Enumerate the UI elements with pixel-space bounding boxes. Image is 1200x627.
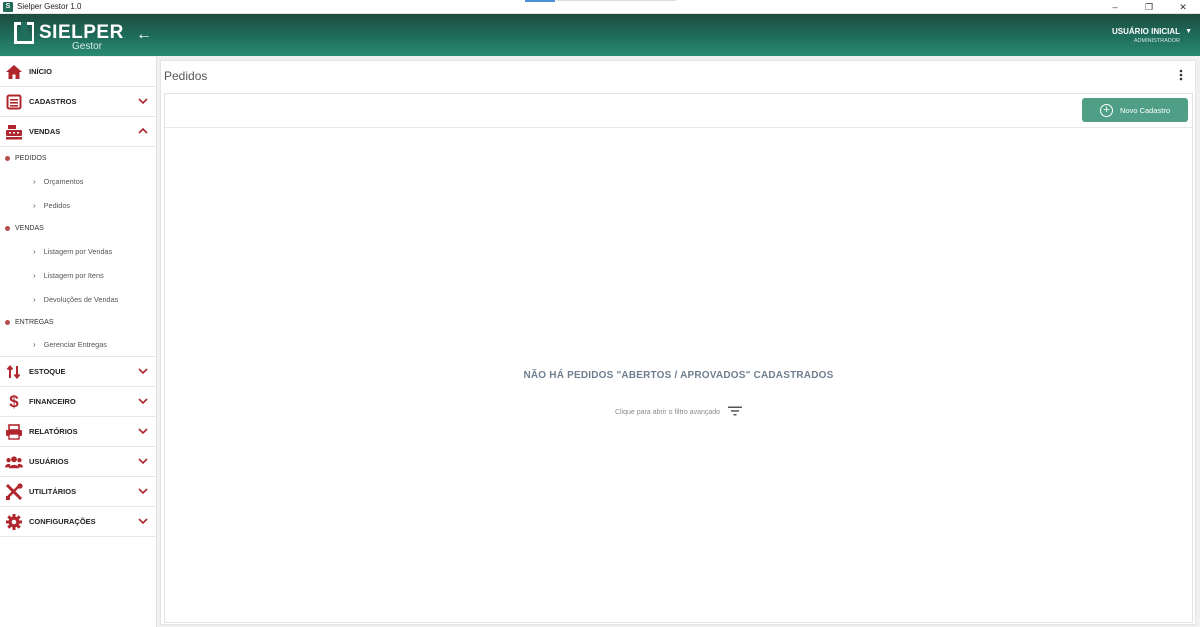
chevron-right-icon: › bbox=[33, 176, 36, 186]
tab-indicator bbox=[525, 0, 555, 2]
clipboard-list-icon bbox=[5, 93, 23, 111]
chevron-down-icon bbox=[138, 458, 148, 465]
minimize-button[interactable]: – bbox=[1098, 0, 1132, 14]
sidebar-section-pedidos: PEDIDOS bbox=[0, 147, 156, 169]
main-content: Pedidos + Novo Cadastro NÃO HÁ PEDIDOS "… bbox=[160, 60, 1196, 625]
chevron-down-icon bbox=[138, 98, 148, 105]
filter-hint[interactable]: Clique para abrir o filtro avançado bbox=[165, 406, 1192, 418]
chevron-down-icon bbox=[138, 368, 148, 375]
cash-register-icon bbox=[5, 123, 23, 141]
section-label: PEDIDOS bbox=[15, 154, 47, 162]
new-record-label: Novo Cadastro bbox=[1120, 105, 1171, 115]
chevron-right-icon: › bbox=[33, 270, 36, 280]
close-button[interactable]: ✕ bbox=[1166, 0, 1200, 14]
section-label: VENDAS bbox=[15, 224, 44, 232]
chevron-down-icon bbox=[138, 428, 148, 435]
bullet-dot-icon bbox=[5, 155, 10, 161]
orders-panel: + Novo Cadastro NÃO HÁ PEDIDOS "ABERTOS … bbox=[164, 93, 1193, 623]
sidebar-subitem-listagem-vendas[interactable]: › Listagem por Vendas bbox=[0, 239, 156, 263]
app-icon: S bbox=[3, 1, 13, 12]
user-menu[interactable]: USUÁRIO INICIAL ADMINISTRADOR ▼ bbox=[1112, 27, 1192, 44]
section-label: ENTREGAS bbox=[15, 318, 54, 326]
sidebar-item-utilitarios[interactable]: UTILITÁRIOS bbox=[0, 477, 156, 507]
user-role: ADMINISTRADOR bbox=[1133, 38, 1180, 44]
sidebar-item-inicio[interactable]: INÍCIO bbox=[0, 57, 156, 87]
logo: SIELPER Gestor bbox=[14, 20, 123, 52]
chevron-down-icon bbox=[138, 488, 148, 495]
sidebar-section-vendas: VENDAS bbox=[0, 217, 156, 239]
gear-icon bbox=[5, 513, 23, 531]
sidebar-subitem-orcamentos[interactable]: › Orçamentos bbox=[0, 169, 156, 193]
empty-state-message: NÃO HÁ PEDIDOS "ABERTOS / APROVADOS" CAD… bbox=[523, 370, 834, 381]
sidebar-item-configuracoes[interactable]: CONFIGURAÇÕES bbox=[0, 507, 156, 537]
sidebar-item-label: UTILITÁRIOS bbox=[29, 487, 77, 496]
new-record-button[interactable]: + Novo Cadastro bbox=[1082, 98, 1188, 122]
user-caret-icon: ▼ bbox=[1185, 28, 1192, 35]
chevron-right-icon: › bbox=[33, 340, 36, 349]
user-name: USUÁRIO INICIAL bbox=[1112, 27, 1180, 36]
sidebar-item-label: RELATÓRIOS bbox=[29, 427, 78, 436]
window-titlebar: S Sielper Gestor 1.0 – ❐ ✕ bbox=[0, 0, 1200, 14]
panel-toolbar: + Novo Cadastro bbox=[165, 94, 1192, 128]
subitem-label: Pedidos bbox=[43, 200, 71, 210]
sidebar: INÍCIO CADASTROS VENDAS PEDIDOS › Orçamen… bbox=[0, 57, 157, 627]
subitem-label: Gerenciar Entregas bbox=[43, 340, 107, 349]
sidebar-item-estoque[interactable]: ESTOQUE bbox=[0, 357, 156, 387]
dollar-icon: $ bbox=[9, 391, 19, 411]
app-header: SIELPER Gestor ← USUÁRIO INICIAL ADMINIS… bbox=[0, 14, 1200, 56]
plus-circle-icon: + bbox=[1100, 103, 1113, 117]
sidebar-item-label: INÍCIO bbox=[29, 67, 52, 76]
sidebar-item-label: CADASTROS bbox=[29, 97, 77, 106]
filter-hint-text: Clique para abrir o filtro avançado bbox=[614, 408, 721, 416]
sidebar-item-relatorios[interactable]: RELATÓRIOS bbox=[0, 417, 156, 447]
chevron-down-icon bbox=[138, 518, 148, 525]
bullet-dot-icon bbox=[5, 225, 10, 231]
sidebar-section-entregas: ENTREGAS bbox=[0, 311, 156, 333]
sidebar-item-label: ESTOQUE bbox=[29, 367, 66, 376]
bullet-dot-icon bbox=[5, 319, 10, 325]
sidebar-item-label: FINANCEIRO bbox=[29, 397, 76, 406]
restore-button[interactable]: ❐ bbox=[1132, 0, 1166, 14]
chevron-right-icon: › bbox=[33, 294, 36, 304]
window-title: Sielper Gestor 1.0 bbox=[17, 2, 82, 11]
sidebar-item-label: CONFIGURAÇÕES bbox=[29, 517, 96, 526]
page-title: Pedidos bbox=[164, 69, 208, 83]
users-icon bbox=[5, 453, 23, 471]
tools-icon bbox=[5, 482, 23, 501]
more-options-icon[interactable] bbox=[1179, 69, 1183, 81]
sidebar-subitem-listagem-itens[interactable]: › Listagem por Itens bbox=[0, 263, 156, 287]
sort-arrows-icon bbox=[5, 363, 23, 381]
home-icon bbox=[5, 63, 23, 81]
tab-indicator-track bbox=[556, 0, 676, 1]
sidebar-item-label: VENDAS bbox=[29, 127, 61, 136]
subitem-label: Listagem por Itens bbox=[43, 270, 104, 280]
subitem-label: Devoluções de Vendas bbox=[43, 294, 119, 304]
logo-mark-icon bbox=[14, 22, 34, 44]
subitem-label: Orçamentos bbox=[43, 176, 84, 186]
sidebar-item-cadastros[interactable]: CADASTROS bbox=[0, 87, 156, 117]
chevron-down-icon bbox=[138, 398, 148, 405]
sidebar-subitem-pedidos[interactable]: › Pedidos bbox=[0, 193, 156, 217]
chevron-right-icon: › bbox=[33, 200, 36, 210]
sidebar-item-usuarios[interactable]: USUÁRIOS bbox=[0, 447, 156, 477]
chevron-up-icon bbox=[138, 127, 148, 134]
sidebar-item-financeiro[interactable]: $ FINANCEIRO bbox=[0, 387, 156, 417]
sidebar-subitem-devolucoes[interactable]: › Devoluções de Vendas bbox=[0, 287, 156, 311]
sidebar-item-label: USUÁRIOS bbox=[29, 457, 69, 466]
chevron-right-icon: › bbox=[33, 246, 36, 256]
logo-brand-sub: Gestor bbox=[72, 41, 103, 52]
sidebar-subitem-gerenciar-entregas[interactable]: › Gerenciar Entregas bbox=[0, 333, 156, 357]
sidebar-item-vendas[interactable]: VENDAS bbox=[0, 117, 156, 147]
subitem-label: Listagem por Vendas bbox=[43, 246, 113, 256]
filter-icon[interactable] bbox=[728, 406, 742, 418]
report-print-icon bbox=[5, 423, 23, 441]
collapse-sidebar-arrow-icon[interactable]: ← bbox=[136, 26, 152, 44]
